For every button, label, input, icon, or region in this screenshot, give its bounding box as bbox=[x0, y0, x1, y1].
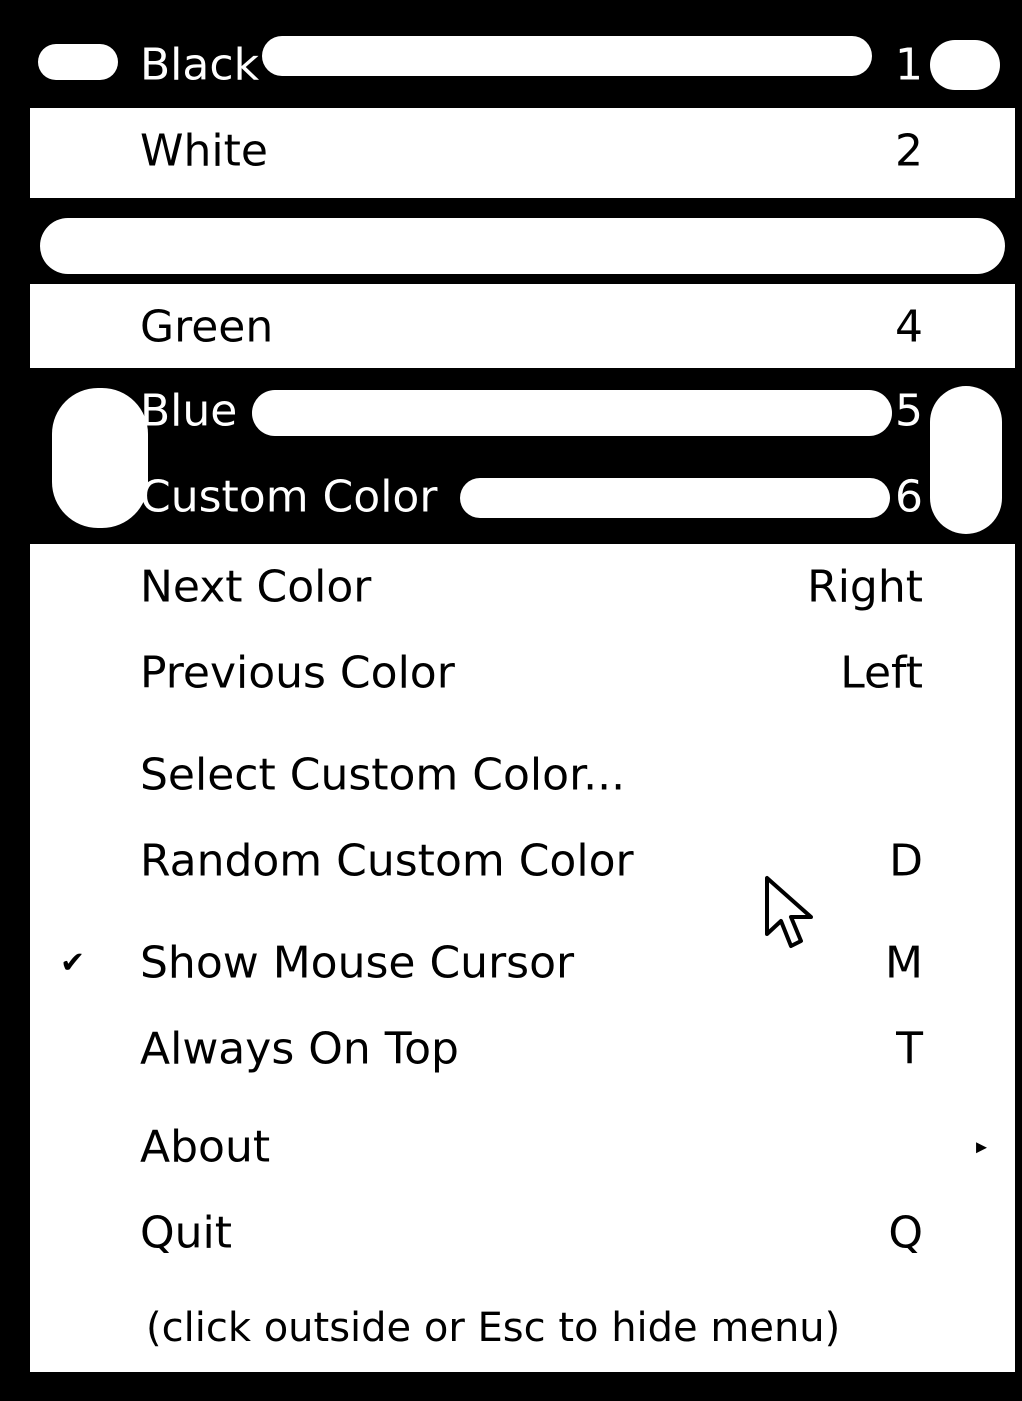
menu-item-next-color[interactable]: Next Color Right bbox=[30, 544, 1015, 630]
redaction-blob bbox=[930, 40, 1000, 90]
redaction-blob bbox=[262, 36, 872, 76]
mouse-pointer-icon bbox=[765, 876, 813, 948]
menu-hint-text: (click outside or Esc to hide menu) bbox=[146, 1305, 841, 1351]
shortcut-key: M bbox=[885, 937, 923, 989]
shortcut-key: Left bbox=[840, 647, 923, 699]
checkmark-icon: ✔ bbox=[60, 945, 86, 981]
menu-item-quit[interactable]: Quit Q bbox=[30, 1190, 1015, 1276]
menu-item-show-mouse-cursor[interactable]: ✔ Show Mouse Cursor M bbox=[30, 920, 1015, 1006]
triangle-right-icon: ▸ bbox=[975, 1134, 987, 1160]
menu-item-label: Select Custom Color... bbox=[140, 749, 626, 801]
menu-item-label: About bbox=[140, 1121, 271, 1173]
redaction-blob bbox=[40, 218, 1005, 274]
shortcut-key: T bbox=[896, 1023, 923, 1075]
menu-item-previous-color[interactable]: Previous Color Left bbox=[30, 630, 1015, 716]
shortcut-key: Q bbox=[888, 1207, 923, 1259]
menu-item-label: Next Color bbox=[140, 561, 372, 613]
menu-item-label: Quit bbox=[140, 1207, 232, 1259]
menu-item-label: Always On Top bbox=[140, 1023, 459, 1075]
menu-item-label: Show Mouse Cursor bbox=[140, 937, 575, 989]
shortcut-key: Right bbox=[807, 561, 923, 613]
redaction-blob bbox=[38, 44, 118, 80]
shortcut-key: 5 bbox=[895, 385, 923, 437]
frame-bottom-border bbox=[0, 1372, 1022, 1401]
shortcut-key: 2 bbox=[895, 125, 923, 177]
menu-item-custom-color[interactable]: Custom Color 6 bbox=[30, 454, 1015, 540]
menu-item-green[interactable]: Green 4 bbox=[30, 284, 1015, 370]
menu-item-random-custom-color[interactable]: Random Custom Color D bbox=[30, 818, 1015, 904]
menu-item-label: Blue bbox=[140, 385, 238, 437]
menu-item-label: White bbox=[140, 125, 268, 177]
menu-item-label: Custom Color bbox=[140, 471, 438, 523]
menu-item-always-on-top[interactable]: Always On Top T bbox=[30, 1006, 1015, 1092]
frame-right-border bbox=[1015, 0, 1022, 1401]
shortcut-key: 4 bbox=[895, 301, 923, 353]
menu-item-blue[interactable]: Blue 5 bbox=[30, 368, 1015, 454]
menu-item-label: Previous Color bbox=[140, 647, 455, 699]
menu-item-label: Green bbox=[140, 301, 274, 353]
menu-item-white[interactable]: White 2 bbox=[30, 108, 1015, 194]
context-menu: Black 1 White 2 Green 4 Blue 5 Custom Co… bbox=[30, 22, 1015, 1372]
menu-item-label: Black bbox=[140, 39, 260, 91]
menu-item-black[interactable]: Black 1 bbox=[30, 22, 1015, 108]
frame-top-border bbox=[0, 0, 1022, 22]
menu-item-select-custom-color[interactable]: Select Custom Color... bbox=[30, 732, 1015, 818]
menu-item-redacted[interactable] bbox=[30, 198, 1015, 284]
shortcut-key: 6 bbox=[895, 471, 923, 523]
menu-item-about[interactable]: About ▸ bbox=[30, 1104, 1015, 1190]
shortcut-key: 1 bbox=[895, 39, 923, 91]
shortcut-key: D bbox=[889, 835, 923, 887]
menu-item-label: Random Custom Color bbox=[140, 835, 634, 887]
